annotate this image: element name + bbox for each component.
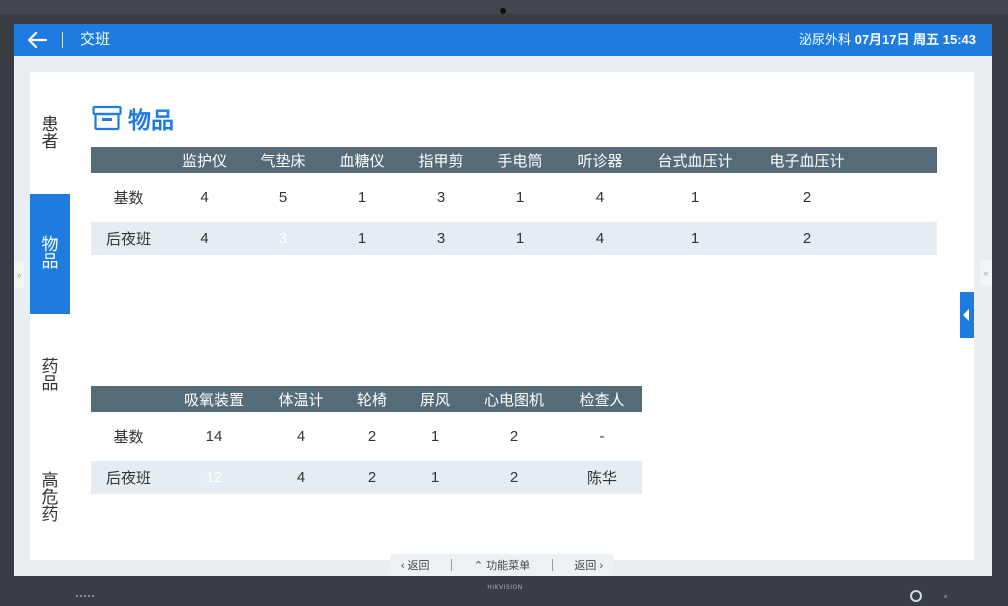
table-cell: [865, 181, 937, 214]
side-nav: 患 者 物 品 药 品 高 危 药: [30, 72, 70, 560]
collapse-panel-button[interactable]: [960, 292, 974, 338]
table-header-cell: 电子血压计: [749, 147, 865, 173]
table-header-cell: 屏风: [404, 386, 466, 412]
return-button[interactable]: 返回 ›: [574, 557, 603, 573]
table-header-cell: 轮椅: [340, 386, 404, 412]
double-chevron-up-icon: ⌃: [473, 560, 484, 572]
table-header-cell: [865, 147, 937, 173]
section-header: 物品: [92, 102, 174, 134]
table-cell[interactable]: 4: [559, 181, 641, 214]
table-cell[interactable]: 2: [340, 461, 404, 494]
table-row: 后夜班 4 3 1 3 1 4 1 2: [91, 222, 937, 255]
table-cell[interactable]: 1: [481, 181, 559, 214]
row-label: 基数: [113, 429, 144, 446]
table-cell[interactable]: 4: [262, 420, 340, 453]
table-header-cell: 气垫床: [243, 147, 323, 173]
table-row: 基数 14 4 2 1 2 -: [91, 420, 642, 453]
toolbar-divider: [451, 559, 453, 571]
table-row: 基数 4 5 1 3 1 4 1 2: [91, 181, 937, 214]
table-row: 后夜班 12 4 2 1 2 陈华: [91, 461, 642, 494]
chevron-right-icon: ›: [599, 560, 604, 572]
table-cell[interactable]: 2: [466, 461, 562, 494]
table-header-cell: 手电筒: [481, 147, 559, 173]
speaker-dots: [76, 595, 94, 597]
row-label: 基数: [113, 190, 144, 207]
table-cell[interactable]: 5: [243, 181, 323, 214]
table-cell[interactable]: 4: [559, 222, 641, 255]
header-info: 泌尿外科 07月17日 周五 15:43: [799, 32, 976, 48]
camera-icon: [500, 8, 506, 14]
table-header-cell: 吸氧装置: [166, 386, 262, 412]
table-header-cell: 台式血压计: [641, 147, 749, 173]
back-button[interactable]: ‹ 返回: [401, 557, 430, 573]
title-divider: [62, 32, 63, 48]
table-header-cell: 检查人: [562, 386, 642, 412]
table-cell-selected[interactable]: 3: [243, 222, 323, 255]
table-header-row: 监护仪 气垫床 血糖仪 指甲剪 手电筒 听诊器 台式血压计 电子血压计: [91, 147, 937, 173]
indicator-light: [944, 595, 947, 598]
archive-box-icon: [92, 105, 122, 131]
table-header-cell: 体温计: [262, 386, 340, 412]
table-gap: [91, 453, 642, 461]
table-cell[interactable]: 1: [641, 222, 749, 255]
bezel-bottom: [0, 578, 1008, 606]
title-bar: 交班 泌尿外科 07月17日 周五 15:43: [14, 24, 992, 56]
bezel-brand: HIKVISION: [487, 584, 523, 591]
table-cell[interactable]: 陈华: [562, 461, 642, 494]
department-name: 泌尿外科: [798, 32, 851, 47]
table-header-cell: 指甲剪: [401, 147, 481, 173]
expand-left-handle[interactable]: »: [14, 262, 24, 288]
table-cell[interactable]: 1: [641, 181, 749, 214]
supplies-table-1: 监护仪 气垫床 血糖仪 指甲剪 手电筒 听诊器 台式血压计 电子血压计 基数 4…: [91, 147, 937, 255]
table-cell[interactable]: 1: [323, 181, 401, 214]
table-header-cell: 血糖仪: [323, 147, 401, 173]
table-cell[interactable]: 2: [749, 181, 865, 214]
nav-item-high-risk-drugs[interactable]: 高 危 药: [30, 472, 70, 528]
table-header-cell: [91, 147, 166, 173]
table-cell: [865, 222, 937, 255]
table-gap: [91, 173, 937, 181]
table-cell[interactable]: 4: [166, 181, 243, 214]
page-title: 交班: [80, 31, 111, 48]
row-label: 后夜班: [91, 461, 166, 494]
datetime: 07月17日 周五 15:43: [854, 32, 976, 47]
table-cell[interactable]: 1: [323, 222, 401, 255]
table-cell[interactable]: 3: [401, 222, 481, 255]
table-cell[interactable]: 4: [166, 222, 243, 255]
table-cell[interactable]: 2: [466, 420, 562, 453]
table-cell-selected[interactable]: 12: [166, 461, 262, 494]
expand-right-handle[interactable]: «: [980, 260, 992, 286]
table-cell[interactable]: 1: [481, 222, 559, 255]
table-header-cell: 听诊器: [559, 147, 641, 173]
function-menu-button[interactable]: ⌃ 功能菜单: [474, 557, 530, 573]
table-header-cell: 监护仪: [166, 147, 243, 173]
table-cell[interactable]: 1: [404, 420, 466, 453]
toolbar-divider: [551, 559, 553, 571]
back-arrow-icon[interactable]: [26, 29, 48, 51]
table-cell[interactable]: 1: [404, 461, 466, 494]
row-label: 后夜班: [91, 222, 166, 255]
nav-item-drugs[interactable]: 药 品: [30, 358, 70, 398]
table-cell[interactable]: -: [562, 420, 642, 453]
table-header-row: 吸氧装置 体温计 轮椅 屏风 心电图机 检查人: [91, 386, 642, 412]
table-header-cell: [91, 386, 166, 412]
nav-item-supplies[interactable]: 物 品: [30, 194, 70, 314]
nav-item-patients[interactable]: 患 者: [30, 116, 70, 156]
chevron-left-icon: ‹: [400, 560, 405, 572]
table-gap: [91, 412, 642, 420]
table-header-cell: 心电图机: [466, 386, 562, 412]
screen: 交班 泌尿外科 07月17日 周五 15:43 » « 患 者 物 品 药 品 …: [14, 24, 992, 576]
section-title: 物品: [128, 107, 174, 133]
table-cell[interactable]: 14: [166, 420, 262, 453]
main-panel: 患 者 物 品 药 品 高 危 药 物品 监护仪 气垫床 血糖仪 指甲剪 手电筒…: [30, 72, 974, 560]
table-cell[interactable]: 4: [262, 461, 340, 494]
bottom-toolbar: ‹ 返回 ⌃ 功能菜单 返回 ›: [390, 554, 614, 576]
supplies-table-2: 吸氧装置 体温计 轮椅 屏风 心电图机 检查人 基数 14 4 2 1 2 - …: [91, 386, 642, 494]
table-cell[interactable]: 2: [340, 420, 404, 453]
table-cell[interactable]: 3: [401, 181, 481, 214]
power-button[interactable]: [910, 590, 922, 602]
table-cell[interactable]: 2: [749, 222, 865, 255]
table-gap: [91, 214, 937, 222]
